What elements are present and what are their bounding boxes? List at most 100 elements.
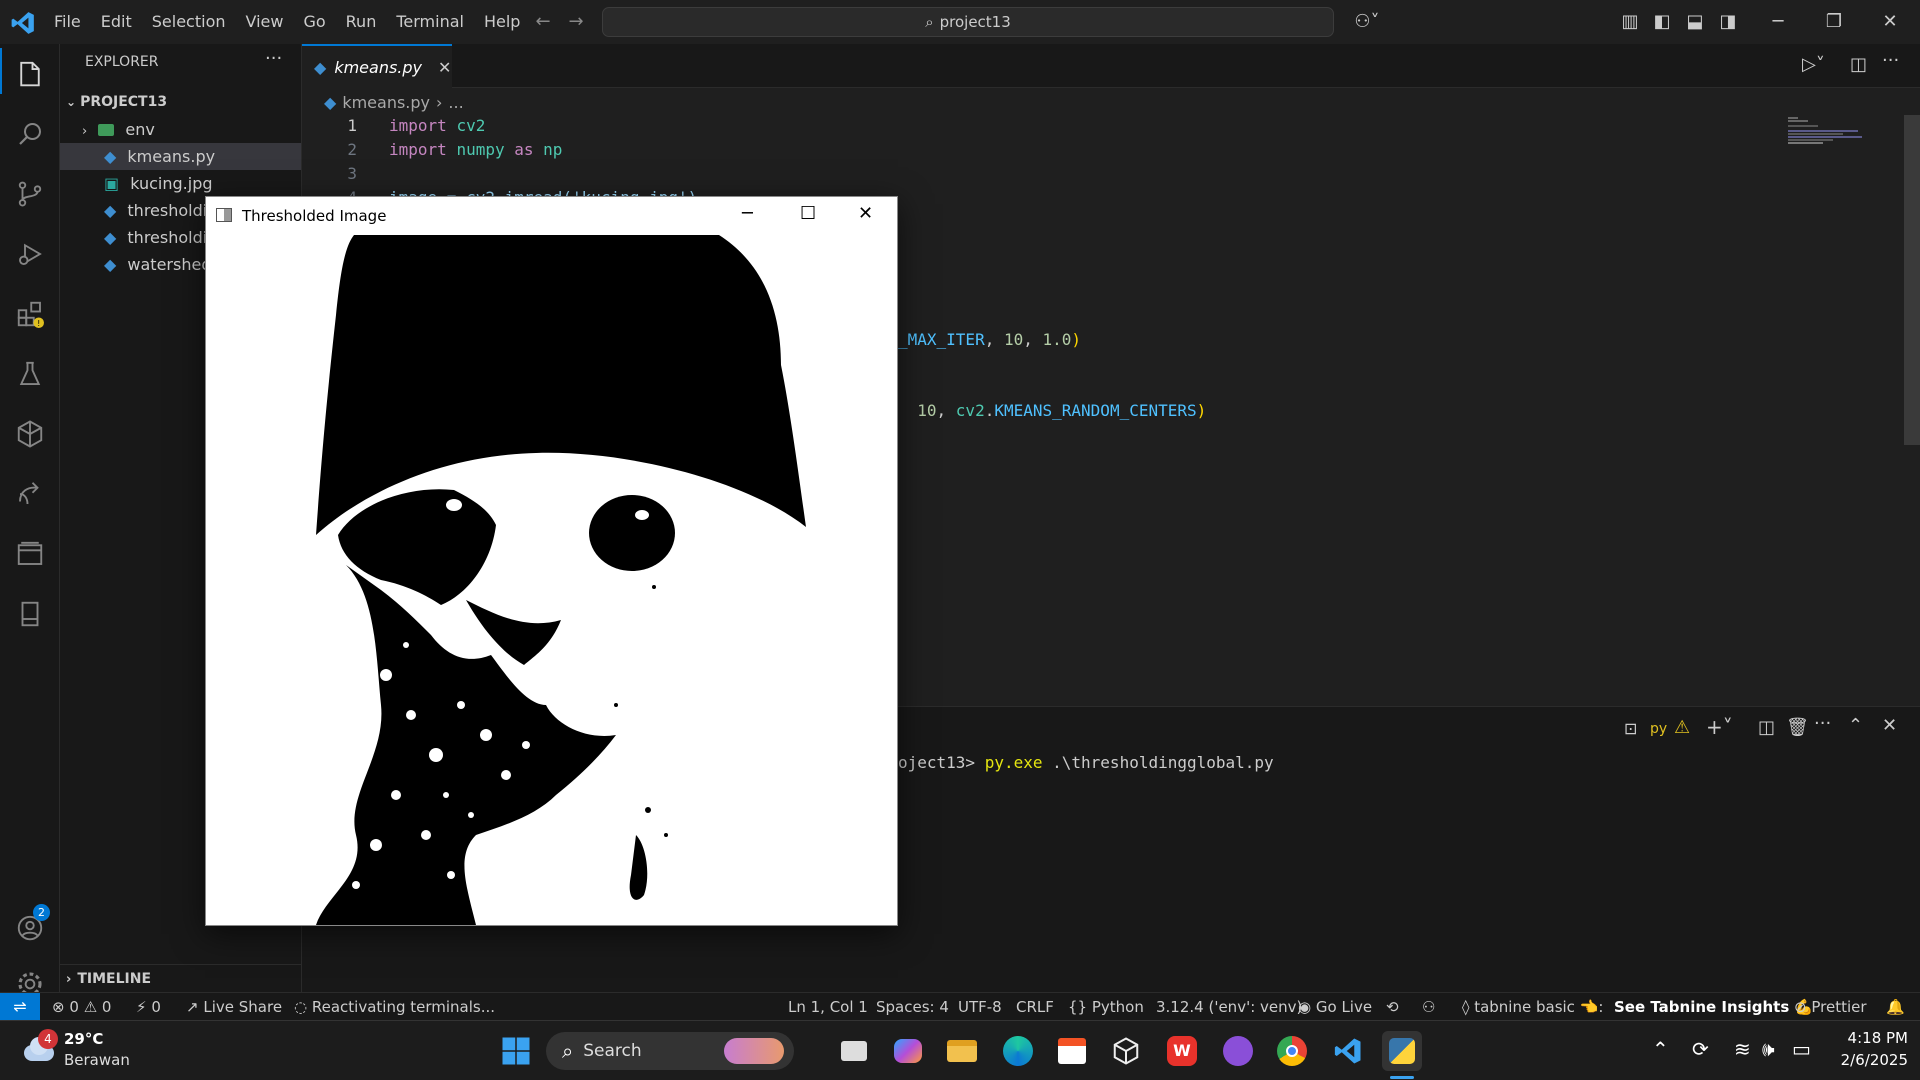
- kill-terminal-icon[interactable]: 🗑: [1786, 717, 1809, 738]
- volume-icon[interactable]: 🕪: [1762, 1037, 1775, 1061]
- customize-layout-icon[interactable]: ▥: [1618, 10, 1642, 34]
- notifications-bell-icon[interactable]: 🔔: [1886, 993, 1905, 1021]
- clock-time[interactable]: 4:18 PM: [1822, 1029, 1908, 1047]
- new-terminal-icon[interactable]: +˅: [1706, 715, 1733, 739]
- sync-icon[interactable]: ⟲: [1386, 993, 1399, 1021]
- menu-help[interactable]: Help: [474, 0, 530, 44]
- back-arrow-icon[interactable]: ←: [531, 10, 555, 34]
- minimize-icon[interactable]: ─: [1766, 10, 1790, 34]
- toggle-sidebar-icon[interactable]: ◧: [1650, 10, 1674, 34]
- search-icon[interactable]: [0, 108, 60, 160]
- cv-window-titlebar[interactable]: Thresholded Image ─ ☐ ✕: [206, 197, 897, 235]
- microsoft-store-icon[interactable]: [1052, 1031, 1092, 1071]
- breadcrumb-file[interactable]: kmeans.py: [342, 93, 430, 112]
- source-control-icon[interactable]: [0, 168, 60, 220]
- live-share-icon[interactable]: [0, 468, 60, 520]
- close-icon[interactable]: ✕: [1878, 10, 1902, 34]
- breadcrumb-rest[interactable]: ...: [448, 93, 463, 112]
- cube-app-icon[interactable]: [1106, 1031, 1146, 1071]
- command-center[interactable]: ⌕ project13: [602, 7, 1334, 37]
- minimize-icon[interactable]: ─: [742, 203, 753, 224]
- terminal-shell-label[interactable]: py: [1650, 721, 1667, 737]
- editor-scrollbar[interactable]: [1904, 115, 1920, 445]
- go-live[interactable]: ◉ Go Live: [1298, 993, 1372, 1021]
- testing-icon[interactable]: [0, 348, 60, 400]
- panels-icon[interactable]: [0, 528, 60, 580]
- sync-tray-icon[interactable]: ⟳: [1692, 1037, 1709, 1061]
- terminal-line[interactable]: oject13> py.exe .\thresholdingglobal.py: [898, 751, 1274, 775]
- menu-file[interactable]: File: [44, 0, 91, 44]
- more-actions-icon[interactable]: ···: [265, 48, 282, 69]
- cursor-position[interactable]: Ln 1, Col 1: [788, 993, 868, 1021]
- problems-indicator[interactable]: ⊗ 0 ⚠ 0: [52, 993, 111, 1021]
- close-panel-icon[interactable]: ✕: [1882, 715, 1897, 736]
- explorer-icon[interactable]: [0, 48, 60, 100]
- show-hidden-icons-icon[interactable]: ⌃: [1652, 1037, 1669, 1061]
- remote-indicator-icon[interactable]: ⇌: [0, 993, 40, 1021]
- copilot-app-icon[interactable]: [888, 1031, 928, 1071]
- file-explorer-icon[interactable]: [942, 1031, 982, 1071]
- copilot-status-icon[interactable]: ⚇: [1422, 993, 1435, 1021]
- task-view-icon[interactable]: [834, 1031, 874, 1071]
- code-fragment-criteria[interactable]: _MAX_ITER, 10, 1.0): [898, 328, 1081, 352]
- remote-explorer-icon[interactable]: [0, 408, 60, 460]
- chrome-browser-icon[interactable]: [1272, 1031, 1312, 1071]
- edge-browser-icon[interactable]: [998, 1031, 1038, 1071]
- clock-date[interactable]: 2/6/2025: [1822, 1051, 1908, 1069]
- taskbar-search[interactable]: ⌕ Search: [546, 1032, 794, 1070]
- code-fragment-kmeans[interactable]: 10, cv2.KMEANS_RANDOM_CENTERS): [898, 399, 1206, 423]
- maximize-icon[interactable]: ☐: [800, 203, 816, 224]
- run-file-icon[interactable]: ▷˅: [1802, 54, 1825, 75]
- wps-office-icon[interactable]: W: [1162, 1031, 1202, 1071]
- python-interpreter[interactable]: 3.12.4 ('env': venv): [1156, 993, 1302, 1021]
- wifi-icon[interactable]: ≋: [1734, 1037, 1751, 1061]
- vscode-taskbar-icon[interactable]: [1328, 1031, 1368, 1071]
- notebook-icon[interactable]: [0, 588, 60, 640]
- panel-more-icon[interactable]: ···: [1814, 713, 1831, 734]
- tab-kmeans[interactable]: ◆ kmeans.py ✕: [302, 44, 452, 88]
- toggle-secondary-sidebar-icon[interactable]: ◨: [1716, 10, 1740, 34]
- code-line-2[interactable]: import numpy as np: [389, 138, 562, 162]
- forward-arrow-icon[interactable]: →: [564, 10, 588, 34]
- copilot-icon[interactable]: ⚇˅: [1350, 10, 1384, 34]
- minimap[interactable]: [1788, 116, 1868, 156]
- tree-item-kucing[interactable]: ▣ kucing.jpg: [60, 170, 301, 197]
- github-desktop-icon[interactable]: [1218, 1031, 1258, 1071]
- close-tab-icon[interactable]: ✕: [438, 58, 451, 77]
- tree-item-kmeans[interactable]: ◆ kmeans.py: [60, 143, 301, 170]
- thresholded-image-window[interactable]: Thresholded Image ─ ☐ ✕: [205, 196, 898, 926]
- end-of-line[interactable]: CRLF: [1016, 993, 1054, 1021]
- menu-selection[interactable]: Selection: [142, 0, 236, 44]
- python-taskbar-icon[interactable]: [1382, 1031, 1422, 1071]
- close-icon[interactable]: ✕: [858, 203, 873, 224]
- extensions-icon[interactable]: !: [0, 288, 60, 340]
- split-editor-icon[interactable]: ◫: [1850, 54, 1867, 75]
- tabnine-insights[interactable]: See Tabnine Insights 💪: [1614, 993, 1813, 1021]
- menu-run[interactable]: Run: [336, 0, 387, 44]
- toggle-panel-icon[interactable]: ⬓: [1683, 10, 1707, 34]
- code-line-1[interactable]: import cv2: [389, 114, 485, 138]
- run-debug-icon[interactable]: [0, 228, 60, 280]
- ports-indicator[interactable]: ⚡ 0: [136, 993, 161, 1021]
- indentation[interactable]: Spaces: 4: [876, 993, 949, 1021]
- split-terminal-icon[interactable]: ◫: [1758, 717, 1775, 738]
- restore-icon[interactable]: ❐: [1822, 10, 1846, 34]
- project-folder-header[interactable]: ⌄ PROJECT13: [60, 89, 301, 116]
- editor-more-icon[interactable]: ···: [1882, 50, 1899, 71]
- tree-item-env[interactable]: › env: [60, 116, 301, 143]
- menu-go[interactable]: Go: [293, 0, 335, 44]
- tabnine-status[interactable]: ◊ tabnine basic 👈:: [1462, 993, 1603, 1021]
- menu-terminal[interactable]: Terminal: [386, 0, 474, 44]
- live-share-status[interactable]: ↗ Live Share: [186, 993, 282, 1021]
- language-mode[interactable]: {} Python: [1068, 993, 1144, 1021]
- weather-temp[interactable]: 29°C: [64, 1030, 103, 1048]
- battery-icon[interactable]: ▭: [1792, 1037, 1811, 1061]
- prettier-status[interactable]: ⊘ Prettier: [1794, 993, 1867, 1021]
- encoding[interactable]: UTF-8: [958, 993, 1002, 1021]
- menu-view[interactable]: View: [236, 0, 294, 44]
- maximize-panel-icon[interactable]: ⌃: [1848, 715, 1863, 736]
- menu-edit[interactable]: Edit: [91, 0, 142, 44]
- timeline-header[interactable]: › TIMELINE: [60, 966, 301, 993]
- windows-start-icon[interactable]: [496, 1031, 536, 1071]
- accounts-icon[interactable]: [0, 902, 60, 954]
